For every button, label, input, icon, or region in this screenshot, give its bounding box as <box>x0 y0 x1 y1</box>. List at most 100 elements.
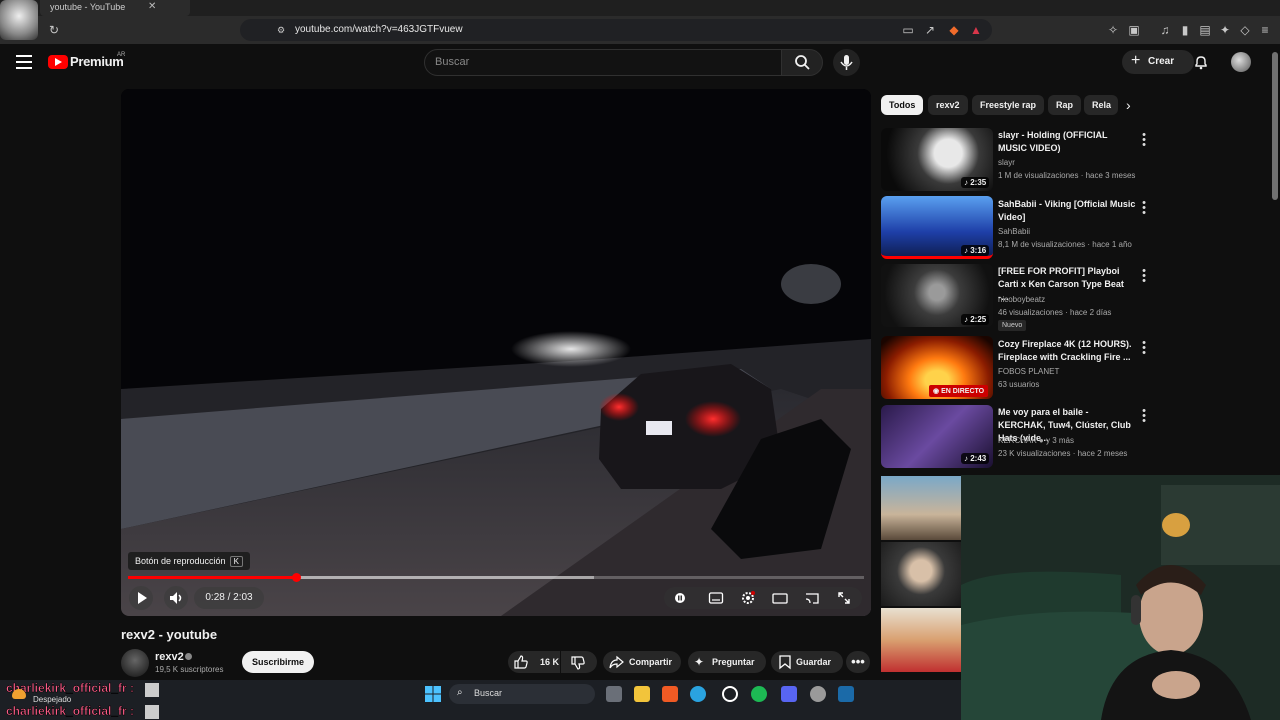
thumbs-up-icon <box>513 654 529 675</box>
task-view-icon[interactable] <box>606 686 622 702</box>
fullscreen-icon[interactable] <box>836 590 852 606</box>
share-arrow-icon <box>608 654 624 675</box>
vpn-icon[interactable]: ◇ <box>1238 23 1252 37</box>
extensions-icon[interactable]: ✧ <box>1106 23 1120 37</box>
verified-icon <box>185 653 192 660</box>
chevron-right-icon[interactable]: › <box>1126 97 1131 113</box>
overlay-thumbnail <box>881 608 961 672</box>
account-avatar[interactable] <box>1231 52 1251 72</box>
steam-icon[interactable] <box>838 686 854 702</box>
browser-menu-icon[interactable]: ≡ <box>1258 23 1272 37</box>
discord-icon[interactable] <box>781 686 797 702</box>
rec-title[interactable]: SahBabii - Viking [Official Music Video] <box>998 198 1136 224</box>
screenshot-icon[interactable]: ▣ <box>1127 23 1141 37</box>
leo-ai-icon[interactable]: ✦ <box>1218 23 1232 37</box>
overlay-thumbnail <box>881 542 961 606</box>
more-actions-button[interactable]: ••• <box>846 651 870 673</box>
spotify-icon[interactable] <box>751 686 767 702</box>
rec-channel[interactable]: FOBOS PLANET <box>998 367 1059 376</box>
video-frame <box>121 89 871 616</box>
subscribe-button[interactable]: Suscribirme <box>242 651 314 673</box>
settings-gear-icon[interactable] <box>740 590 756 606</box>
live-badge: ◉ EN DIRECTO <box>929 385 989 397</box>
new-badge: Nuevo <box>998 320 1027 331</box>
sidebar-icon[interactable]: ▮ <box>1178 23 1192 37</box>
thumbs-down-icon <box>570 655 586 676</box>
bookmark-save-icon <box>778 654 792 675</box>
more-vert-icon[interactable]: • • • <box>1140 406 1148 427</box>
rec-duration: ♪ 2:35 <box>961 177 990 188</box>
scrubber-handle[interactable] <box>292 573 301 582</box>
channel-name[interactable]: rexv2 <box>155 651 184 663</box>
tab-close-icon[interactable]: ✕ <box>148 1 156 12</box>
windows-start-icon[interactable] <box>425 686 441 707</box>
overlay-thumbnail <box>881 476 961 540</box>
telegram-icon[interactable] <box>690 686 706 702</box>
browser-tab-strip <box>0 0 1280 16</box>
share-label: Compartir <box>629 657 673 667</box>
play-tooltip: Botón de reproducción K <box>128 552 250 570</box>
media-icon[interactable]: ♫ <box>1158 23 1172 37</box>
taskbar-search[interactable]: Buscar <box>449 684 595 704</box>
notifications-bell-icon[interactable] <box>1193 54 1209 70</box>
theater-mode-icon[interactable] <box>772 590 788 606</box>
rec-duration: ♪ 3:16 <box>961 245 990 256</box>
wallet-icon[interactable]: ▤ <box>1198 23 1212 37</box>
ask-label: Preguntar <box>712 657 755 667</box>
more-vert-icon[interactable]: • • • <box>1140 198 1148 219</box>
rec-meta: 46 visualizaciones · hace 2 días <box>998 308 1112 317</box>
chip-freestyle-rap[interactable]: Freestyle rap <box>972 95 1045 115</box>
site-info-icon[interactable]: ⚙ <box>274 23 288 37</box>
cast-icon[interactable]: ▭ <box>901 23 915 37</box>
sparkle-icon: ✦ <box>694 655 705 669</box>
page-scrollbar[interactable] <box>1272 52 1278 200</box>
browser-tab[interactable]: youtube - YouTube <box>40 0 190 16</box>
search-input[interactable]: Buscar <box>424 49 782 76</box>
weather-label: Despejado <box>33 695 72 704</box>
search-button[interactable] <box>781 49 823 76</box>
subscriber-count: 19,5 K suscriptores <box>155 665 224 674</box>
share-icon[interactable]: ↗ <box>923 23 937 37</box>
channel-avatar[interactable] <box>121 649 149 677</box>
autoplay-toggle-icon[interactable] <box>672 590 688 606</box>
reload-icon[interactable]: ↻ <box>47 23 61 37</box>
more-vert-icon[interactable]: • • • <box>1140 338 1148 359</box>
video-player[interactable] <box>121 89 871 616</box>
rec-channel[interactable]: SahBabii <box>998 227 1030 236</box>
app-g-icon[interactable] <box>722 686 738 702</box>
search-icon <box>795 55 810 70</box>
chip-rela[interactable]: Rela <box>1084 95 1118 115</box>
chat-emote <box>145 683 159 697</box>
subtitles-icon[interactable] <box>708 590 724 606</box>
player-right-controls <box>664 587 862 609</box>
rec-channel[interactable]: slayr <box>998 158 1015 167</box>
rec-title[interactable]: slayr - Holding (OFFICIAL MUSIC VIDEO) <box>998 129 1136 155</box>
logo-text[interactable]: Premium <box>70 54 124 69</box>
more-vert-icon[interactable]: • • • <box>1140 266 1148 287</box>
tab-title: youtube - YouTube <box>50 2 126 12</box>
guide-menu-icon[interactable] <box>16 55 32 69</box>
play-icon <box>138 592 147 604</box>
tooltip-shortcut: K <box>229 556 243 567</box>
chip-rexv2[interactable]: rexv2 <box>928 95 968 115</box>
rec-channel[interactable]: nicoboybeatz <box>998 295 1045 304</box>
url-text[interactable]: youtube.com/watch?v=463JGTFvuew <box>295 24 463 35</box>
more-vert-icon[interactable]: • • • <box>1140 130 1148 151</box>
rec-meta: 63 usuarios <box>998 380 1040 389</box>
rec-title[interactable]: Cozy Fireplace 4K (12 HOURS). Fireplace … <box>998 338 1136 364</box>
voice-search-button[interactable] <box>833 49 860 76</box>
brave-browser-icon[interactable] <box>662 686 678 702</box>
webcam-overlay <box>961 475 1280 720</box>
brave-shield-icon[interactable]: ◆ <box>947 23 961 37</box>
chip-rap[interactable]: Rap <box>1048 95 1082 115</box>
volume-icon <box>170 592 182 604</box>
obs-icon[interactable] <box>810 686 826 702</box>
play-button[interactable] <box>129 586 153 610</box>
file-explorer-icon[interactable] <box>634 686 650 702</box>
mute-button[interactable] <box>164 586 188 610</box>
brave-rewards-icon[interactable]: ▲ <box>969 23 983 37</box>
cast-to-tv-icon[interactable] <box>804 590 820 606</box>
mic-icon <box>840 55 853 70</box>
rec-channel[interactable]: KERCHAK ● y 3 más <box>998 436 1074 445</box>
chip-todos[interactable]: Todos <box>881 95 924 115</box>
